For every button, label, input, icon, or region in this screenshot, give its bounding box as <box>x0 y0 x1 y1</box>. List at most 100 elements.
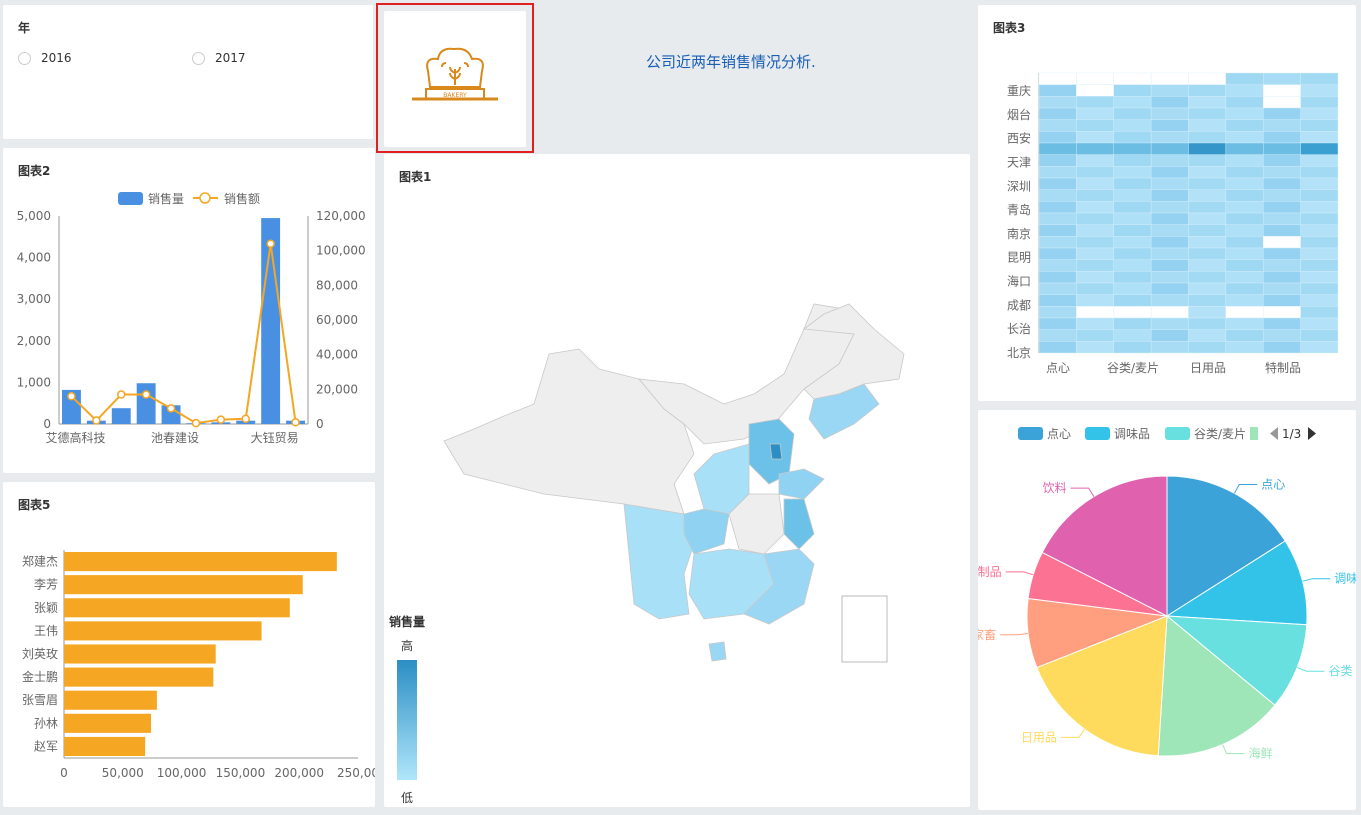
heatmap-cell[interactable] <box>1188 294 1227 307</box>
heatmap-cell[interactable] <box>1076 72 1114 85</box>
heatmap-cell[interactable] <box>1038 271 1077 284</box>
heatmap-cell[interactable] <box>1300 72 1339 85</box>
heatmap-cell[interactable] <box>1263 142 1301 155</box>
heatmap-cell[interactable] <box>1113 131 1152 144</box>
heatmap-cell[interactable] <box>1113 119 1152 132</box>
heatmap-cell[interactable] <box>1150 201 1189 214</box>
heatmap-cell[interactable] <box>1113 154 1152 167</box>
heatmap-cell[interactable] <box>1038 212 1077 225</box>
heatmap-cell[interactable] <box>1225 177 1264 190</box>
heatmap-cell[interactable] <box>1263 131 1301 144</box>
heatmap-cell[interactable] <box>1150 259 1189 272</box>
heatmap-cell[interactable] <box>1188 84 1227 97</box>
heatmap-cell[interactable] <box>1188 212 1227 225</box>
heatmap-cell[interactable] <box>1263 247 1301 260</box>
heatmap-cell[interactable] <box>1300 96 1339 109</box>
heatmap-cell[interactable] <box>1038 236 1077 249</box>
heatmap-cell[interactable] <box>1225 131 1264 144</box>
heatmap-cell[interactable] <box>1263 84 1301 97</box>
heatmap-cell[interactable] <box>1263 294 1301 307</box>
heatmap-cell[interactable] <box>1038 119 1077 132</box>
heatmap-cell[interactable] <box>1225 154 1264 167</box>
heatmap-cell[interactable] <box>1225 201 1264 214</box>
heatmap-cell[interactable] <box>1076 294 1114 307</box>
chart2-line-point[interactable] <box>67 392 76 401</box>
heatmap-cell[interactable] <box>1076 84 1114 97</box>
chart2-line-point[interactable] <box>266 239 275 248</box>
heatmap-cell[interactable] <box>1150 84 1189 97</box>
heatmap-cell[interactable] <box>1113 341 1152 354</box>
heatmap-cell[interactable] <box>1300 107 1339 120</box>
heatmap-cell[interactable] <box>1150 96 1189 109</box>
heatmap-cell[interactable] <box>1300 282 1339 295</box>
heatmap-cell[interactable] <box>1300 201 1339 214</box>
heatmap-cell[interactable] <box>1038 131 1077 144</box>
heatmap-cell[interactable] <box>1188 142 1227 155</box>
heatmap-cell[interactable] <box>1150 131 1189 144</box>
heatmap-cell[interactable] <box>1188 341 1227 354</box>
heatmap-cell[interactable] <box>1150 247 1189 260</box>
heatmap-cell[interactable] <box>1150 119 1189 132</box>
heatmap-cell[interactable] <box>1263 201 1301 214</box>
heatmap-cell[interactable] <box>1038 189 1077 202</box>
chart2-legend[interactable]: 销售量 销售额 <box>118 191 260 206</box>
heatmap-cell[interactable] <box>1113 107 1152 120</box>
heatmap-cell[interactable] <box>1300 329 1339 342</box>
heatmap-cell[interactable] <box>1150 224 1189 237</box>
heatmap-cell[interactable] <box>1076 317 1114 330</box>
heatmap-cell[interactable] <box>1038 306 1077 319</box>
heatmap-cell[interactable] <box>1263 212 1301 225</box>
heatmap-cell[interactable] <box>1150 317 1189 330</box>
heatmap-cell[interactable] <box>1263 177 1301 190</box>
heatmap-cell[interactable] <box>1188 259 1227 272</box>
heatmap-cell[interactable] <box>1076 212 1114 225</box>
heatmap-cell[interactable] <box>1188 72 1227 85</box>
chart2-line-point[interactable] <box>117 390 126 399</box>
heatmap-cell[interactable] <box>1076 154 1114 167</box>
heatmap-cell[interactable] <box>1225 282 1264 295</box>
heatmap-cell[interactable] <box>1263 96 1301 109</box>
chart5-bar[interactable] <box>64 552 337 572</box>
heatmap-cell[interactable] <box>1225 294 1264 307</box>
heatmap-cell[interactable] <box>1038 294 1077 307</box>
heatmap-cell[interactable] <box>1038 84 1077 97</box>
chart2-line-point[interactable] <box>166 404 176 413</box>
heatmap-cell[interactable] <box>1225 306 1264 319</box>
heatmap-cell[interactable] <box>1225 341 1264 354</box>
heatmap-cell[interactable] <box>1150 189 1189 202</box>
heatmap-cell[interactable] <box>1300 131 1339 144</box>
heatmap-cell[interactable] <box>1188 154 1227 167</box>
heatmap-cell[interactable] <box>1188 119 1227 132</box>
heatmap-cell[interactable] <box>1188 329 1227 342</box>
heatmap-cell[interactable] <box>1300 306 1339 319</box>
chart2-line-point[interactable] <box>291 418 300 427</box>
chart5-bar[interactable] <box>64 598 290 618</box>
heatmap-cell[interactable] <box>1038 72 1077 85</box>
heatmap-cell[interactable] <box>1225 329 1264 342</box>
map-region-hainan[interactable] <box>708 641 727 662</box>
chart5-bar[interactable] <box>64 736 146 756</box>
heatmap-cell[interactable] <box>1225 259 1264 272</box>
chart2-line-point[interactable] <box>141 390 151 399</box>
chart2-bar[interactable] <box>136 383 156 424</box>
chart5-bar[interactable] <box>64 713 152 733</box>
heatmap-cell[interactable] <box>1076 166 1114 179</box>
map-region-tianjin[interactable] <box>769 443 783 460</box>
heatmap-cell[interactable] <box>1300 236 1339 249</box>
heatmap-cell[interactable] <box>1076 271 1114 284</box>
heatmap-cell[interactable] <box>1300 177 1339 190</box>
heatmap-cell[interactable] <box>1263 341 1301 354</box>
heatmap-cell[interactable] <box>1113 142 1152 155</box>
heatmap-cell[interactable] <box>1076 341 1114 354</box>
heatmap-cell[interactable] <box>1113 329 1152 342</box>
heatmap-cell[interactable] <box>1113 72 1152 85</box>
heatmap-cell[interactable] <box>1188 247 1227 260</box>
heatmap-cell[interactable] <box>1038 282 1077 295</box>
heatmap-cell[interactable] <box>1038 341 1077 354</box>
heatmap-cell[interactable] <box>1113 247 1152 260</box>
heatmap-cell[interactable] <box>1300 271 1339 284</box>
heatmap-cell[interactable] <box>1038 96 1077 109</box>
heatmap-cell[interactable] <box>1263 282 1301 295</box>
heatmap-cell[interactable] <box>1300 247 1339 260</box>
heatmap-cell[interactable] <box>1113 259 1152 272</box>
